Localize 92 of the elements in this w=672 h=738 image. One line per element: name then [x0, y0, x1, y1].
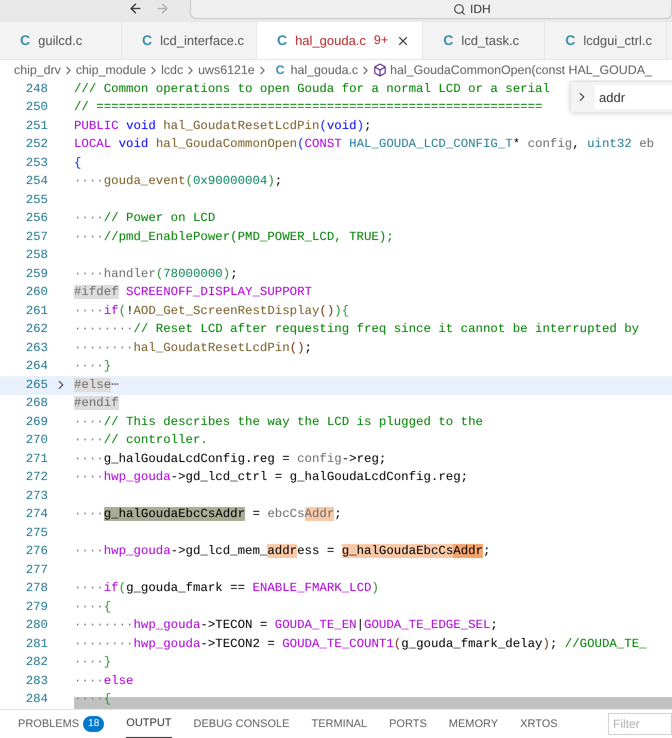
line-number: 273	[24, 488, 48, 505]
code-line: ····//pmd_EnablePower(PMD_POWER_LCD, TRUE);	[74, 228, 394, 246]
line-number: 251	[24, 118, 48, 135]
code-line: LOCAL void hal_GoudaCommonOpen(CONST HAL_GOUDA_LCD_CONFIG_T* config, uint32 eb	[74, 136, 654, 154]
breadcrumb-item[interactable]: chip_drv	[14, 60, 61, 80]
panel-tab[interactable]: PROBLEMS 18	[18, 710, 104, 738]
line-number: 261	[24, 302, 48, 320]
problem-count: 9+	[374, 32, 388, 50]
search-box[interactable]: IDH	[190, 0, 672, 19]
line-number: 263	[24, 340, 48, 357]
line-number: 248	[24, 80, 48, 98]
code-line: /// Common operations to open Gouda for a normal LCD or a serial	[74, 80, 550, 98]
panel-tab[interactable]: OUTPUT	[126, 710, 172, 738]
line-number: 278	[24, 580, 48, 598]
code-line: ········hwp_gouda->TECON = GOUDA_TE_EN|GOUDA_TE_EDGE_SEL;	[74, 617, 498, 634]
code-line: ····// controller.	[74, 432, 208, 450]
c-file-icon: C	[142, 30, 152, 51]
line-number: 265	[24, 376, 48, 394]
panel-tab[interactable]: MEMORY	[448, 710, 498, 738]
c-file-icon: C	[565, 30, 576, 51]
code-line: ····if(!AOD_Get_ScreenRestDisplay()){	[74, 302, 350, 320]
code-line: ········hal_GoudatResetLcdPin();	[74, 340, 312, 357]
panel-tab[interactable]: TERMINAL	[311, 710, 368, 738]
line-number: 257	[24, 228, 48, 246]
line-number: 269	[24, 414, 48, 431]
line-number: 262	[24, 321, 48, 338]
tab-label: hal_gouda.c	[295, 32, 366, 50]
code-line: ····// This describes the way the LCD is plugged to the	[74, 414, 483, 431]
breadcrumb-item[interactable]: lcdc	[161, 60, 184, 80]
line-number: 275	[24, 524, 48, 542]
line-number: 279	[24, 598, 48, 616]
code-line: ········// Reset LCD after requesting freq since it cannot be interrupted by	[74, 321, 640, 338]
line-number: 260	[24, 284, 48, 302]
breadcrumb-item[interactable]: chip_module	[76, 60, 146, 80]
search-text: IDH	[470, 1, 491, 18]
code-line: #ifdef SCREENOFF_DISPLAY_SUPPORT	[74, 284, 312, 302]
code-line: ····hwp_gouda->gd_lcd_mem_address = g_halGoudaEbcCsAddr;	[74, 543, 490, 560]
line-number: 270	[24, 432, 48, 450]
code-line: ····}	[74, 358, 112, 376]
code-line: ····gouda_event(0x90000004);	[74, 173, 282, 190]
tab-label: lcdgui_ctrl.c	[583, 32, 652, 50]
c-file-icon: C	[20, 30, 30, 51]
line-number: 255	[24, 192, 48, 209]
code-line: ····hwp_gouda->gd_lcd_ctrl = g_halGoudaLcdConfig.reg;	[74, 469, 468, 486]
line-number: 282	[24, 654, 48, 672]
line-number: 254	[24, 173, 48, 190]
line-number: 280	[24, 617, 48, 634]
code-line: PUBLIC void hal_GoudatResetLcdPin(void);	[74, 118, 372, 135]
line-number: 277	[24, 562, 48, 579]
panel-tab[interactable]: XRTOS	[520, 710, 558, 738]
line-number: 250	[24, 99, 48, 116]
c-file-icon: C	[276, 30, 288, 51]
breadcrumb-item[interactable]: uws6121e	[198, 60, 255, 80]
find-input[interactable]: addr	[595, 85, 672, 109]
c-file-icon: C	[276, 60, 285, 80]
line-number: 258	[24, 247, 48, 264]
c-file-icon: C	[443, 30, 454, 51]
code-line: ····// Power on LCD	[74, 210, 216, 228]
count-badge: 18	[83, 716, 104, 732]
filter-field[interactable]: Filter	[608, 713, 672, 735]
code-line: ····}	[74, 654, 112, 672]
line-number: 256	[24, 210, 48, 228]
code-line: {	[74, 154, 82, 172]
line-number: 284	[24, 691, 48, 708]
breadcrumb-item[interactable]: hal_GoudaCommonOpen(const HAL_GOUDA_	[390, 60, 652, 80]
code-line: ····g_halGoudaLcdConfig.reg = config->reg;	[74, 450, 386, 468]
line-number: 259	[24, 266, 48, 283]
line-number: 268	[24, 395, 48, 412]
line-number: 274	[24, 506, 48, 524]
code-line: // ============================================================	[74, 99, 542, 116]
tab-label: guilcd.c	[38, 32, 82, 50]
code-line: ····handler(78000000);	[74, 266, 238, 283]
code-line: ····if(g_gouda_fmark == ENABLE_FMARK_LCD)	[74, 580, 379, 598]
code-line: ····{	[74, 598, 112, 616]
tab-label: lcd_task.c	[461, 32, 520, 50]
line-number: 252	[24, 136, 48, 154]
code-line: ········hwp_gouda->TECON2 = GOUDA_TE_COUNT1(g_gouda_fmark_delay); //GOUDA_TE_	[74, 636, 647, 653]
line-number: 272	[24, 469, 48, 486]
line-number: 276	[24, 543, 48, 560]
line-number: 281	[24, 636, 48, 653]
line-number: 264	[24, 358, 48, 376]
breadcrumb-item[interactable]: hal_gouda.c	[290, 60, 358, 80]
code-line: #else⋯	[74, 376, 119, 394]
code-line: ····{	[74, 691, 112, 708]
line-number: 271	[24, 450, 48, 468]
panel-tab[interactable]: DEBUG CONSOLE	[194, 710, 290, 738]
code-line: ····else	[74, 672, 134, 690]
panel-tab[interactable]: PORTS	[389, 710, 427, 738]
line-number: 283	[24, 672, 48, 690]
tab-label: lcd_interface.c	[160, 32, 244, 50]
editor-tab[interactable]: C hal_gouda.c 9+	[256, 22, 424, 59]
line-number: 253	[24, 154, 48, 172]
